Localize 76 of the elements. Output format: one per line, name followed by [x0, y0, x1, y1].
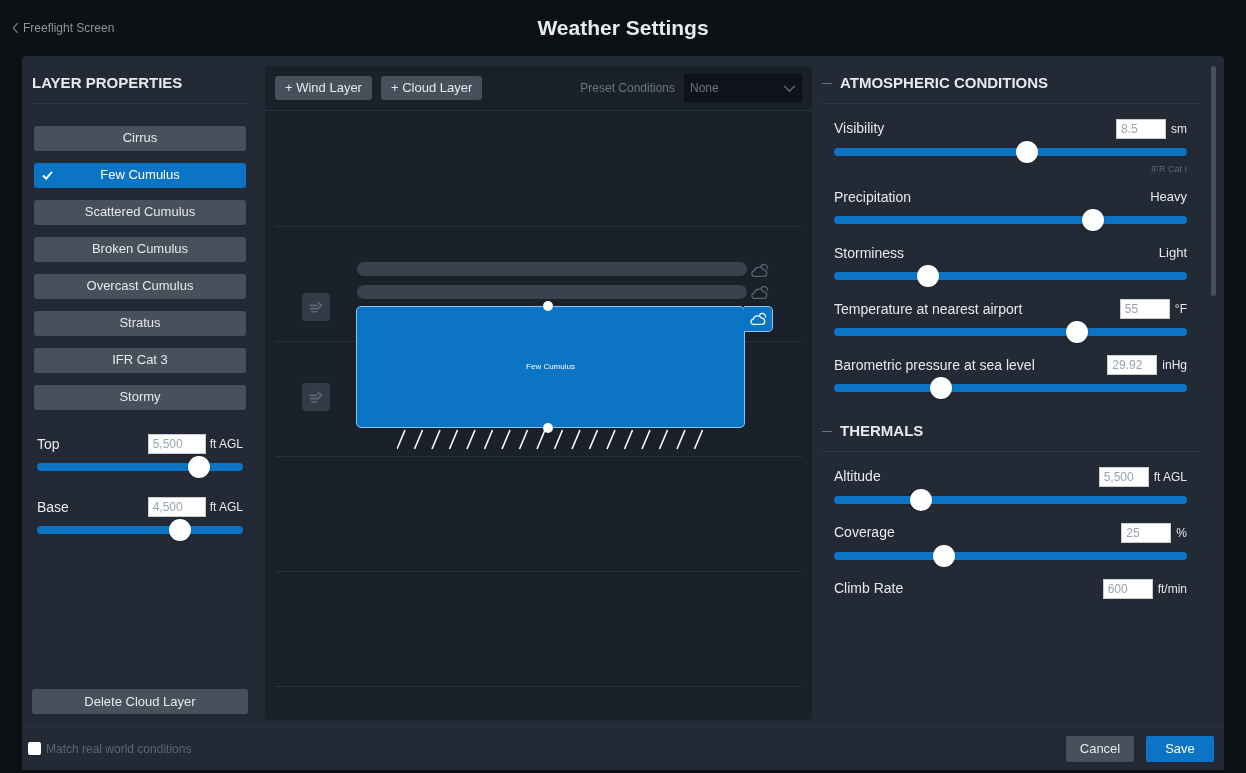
slider[interactable] [834, 377, 1187, 399]
add-layer-button[interactable]: + Wind Layer [275, 76, 372, 100]
setting-label: Temperature at nearest airport [834, 299, 1024, 319]
slider[interactable] [834, 265, 1187, 287]
section-title: LAYER PROPERTIES [32, 66, 248, 104]
field-label: Base [37, 497, 70, 517]
setting-label: Coverage [834, 523, 896, 542]
cloud-layer-tab[interactable] [744, 306, 773, 332]
layer-option[interactable]: IFR Cat 3 [34, 347, 246, 373]
layer-option[interactable]: Stratus [34, 310, 246, 336]
slider-thumb[interactable] [1016, 140, 1039, 163]
slider[interactable] [834, 488, 1187, 511]
field-label: Top [37, 434, 61, 454]
slider[interactable] [834, 140, 1187, 163]
wind-icon [308, 299, 324, 315]
section-title: ATMOSPHERIC CONDITIONS [840, 73, 1049, 93]
unit-label: ft AGL [209, 436, 243, 453]
slider-thumb[interactable] [1082, 209, 1105, 231]
slider-thumb[interactable] [169, 518, 192, 541]
layer-option[interactable]: Cirrus [34, 125, 246, 151]
save-button[interactable]: Save [1146, 735, 1214, 762]
slider[interactable] [37, 518, 243, 541]
layer-option[interactable]: Broken Cumulus [34, 236, 246, 262]
setting-label: Visibility [834, 119, 886, 138]
preset-label: Preset Conditions [580, 80, 675, 97]
layer-option[interactable]: Few Cumulus [34, 162, 246, 188]
unit-label: ft AGL [209, 499, 243, 516]
slider-thumb[interactable] [187, 455, 210, 478]
slider-thumb[interactable] [910, 488, 933, 511]
setting-label: Altitude [834, 467, 882, 486]
slider[interactable] [834, 321, 1187, 343]
slider-thumb[interactable] [916, 265, 939, 287]
add-layer-button[interactable]: + Cloud Layer [380, 76, 483, 100]
scrollbar[interactable] [1211, 66, 1216, 296]
slider[interactable] [834, 544, 1187, 567]
unit-label: ft/min [1157, 580, 1187, 598]
setting-label: Storminess [834, 243, 906, 263]
slider-thumb[interactable] [930, 377, 952, 399]
chevron-down-icon [783, 84, 796, 92]
resize-handle[interactable] [543, 301, 553, 311]
slider[interactable] [37, 455, 243, 478]
cloud-layer[interactable]: Few Cumulus [356, 306, 745, 428]
layer-option[interactable]: Scattered Cumulus [34, 199, 246, 225]
checkbox[interactable] [28, 742, 41, 755]
setting-label: Barometric pressure at sea level [834, 355, 1036, 375]
setting-reading: Light [1158, 244, 1187, 263]
cancel-button[interactable]: Cancel [1066, 735, 1134, 762]
cloud-icon [750, 263, 770, 278]
layer-label: Few Cumulus [526, 361, 575, 373]
slider[interactable] [834, 209, 1187, 231]
chevron-left-icon [12, 22, 19, 34]
preset-dropdown[interactable]: None [684, 74, 802, 102]
checkbox-label: Match real world conditions [46, 740, 193, 758]
resize-handle[interactable] [543, 423, 553, 433]
slider-thumb[interactable] [1065, 321, 1088, 343]
unit-label: inHg [1162, 357, 1187, 374]
setting-label: Precipitation [834, 187, 913, 207]
window-title: Weather Settings [537, 15, 709, 42]
slider-thumb[interactable] [933, 544, 956, 567]
setting-reading: Heavy [1150, 188, 1187, 207]
layer-option[interactable]: Stormy [34, 384, 246, 410]
unit-label: ft AGL [1153, 468, 1187, 486]
wind-layer-handle[interactable] [302, 293, 330, 321]
layer-option[interactable]: Overcast Cumulus [34, 273, 246, 299]
cloud-icon [748, 312, 768, 326]
wind-layer-handle[interactable] [302, 383, 330, 411]
cloud-icon [750, 285, 770, 300]
unit-label: sm [1171, 120, 1187, 138]
check-icon [42, 170, 53, 180]
unit-label: % [1176, 524, 1187, 542]
wind-icon [308, 389, 324, 405]
unit-label: °F [1174, 301, 1187, 318]
back-link[interactable]: Freeflight Screen [12, 19, 115, 37]
delete-layer-button[interactable]: Delete Cloud Layer [32, 689, 248, 714]
section-title: THERMALS [840, 421, 924, 441]
setting-label: Climb Rate [834, 579, 905, 598]
